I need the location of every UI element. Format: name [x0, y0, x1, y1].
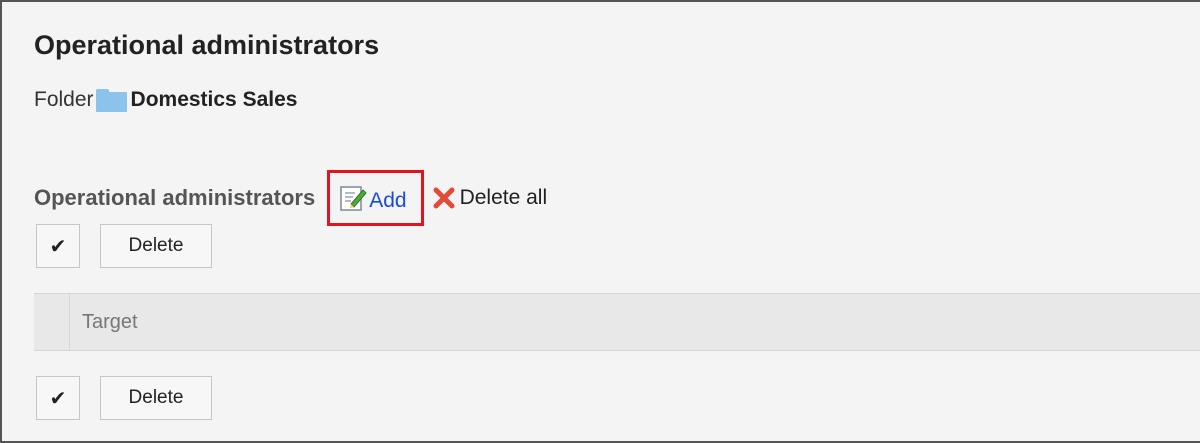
section-heading: Operational administrators — [34, 185, 316, 210]
add-highlight-box: Add — [327, 170, 424, 226]
folder-icon — [95, 88, 127, 112]
select-all-button-bottom[interactable]: ✔ — [36, 376, 80, 420]
folder-breadcrumb: Folder Domestics Sales — [34, 88, 297, 112]
table-header: Target — [34, 293, 1200, 351]
section-header: Operational administrators Add Delete al… — [34, 170, 547, 226]
select-column-header — [34, 294, 70, 350]
folder-label: Folder — [34, 88, 94, 111]
add-link[interactable]: Add — [369, 189, 406, 213]
folder-name: Domestics Sales — [130, 88, 298, 111]
delete-button-bottom[interactable]: Delete — [100, 376, 212, 420]
edit-icon[interactable] — [339, 184, 367, 212]
delete-button[interactable]: Delete — [100, 224, 212, 268]
page-title: Operational administrators — [34, 30, 380, 60]
delete-all-link[interactable]: Delete all — [460, 186, 548, 210]
delete-x-icon[interactable] — [432, 186, 456, 210]
content-panel: Operational administrators Folder Domest… — [0, 0, 1200, 443]
column-header-target: Target — [82, 311, 138, 333]
select-all-button[interactable]: ✔ — [36, 224, 80, 268]
